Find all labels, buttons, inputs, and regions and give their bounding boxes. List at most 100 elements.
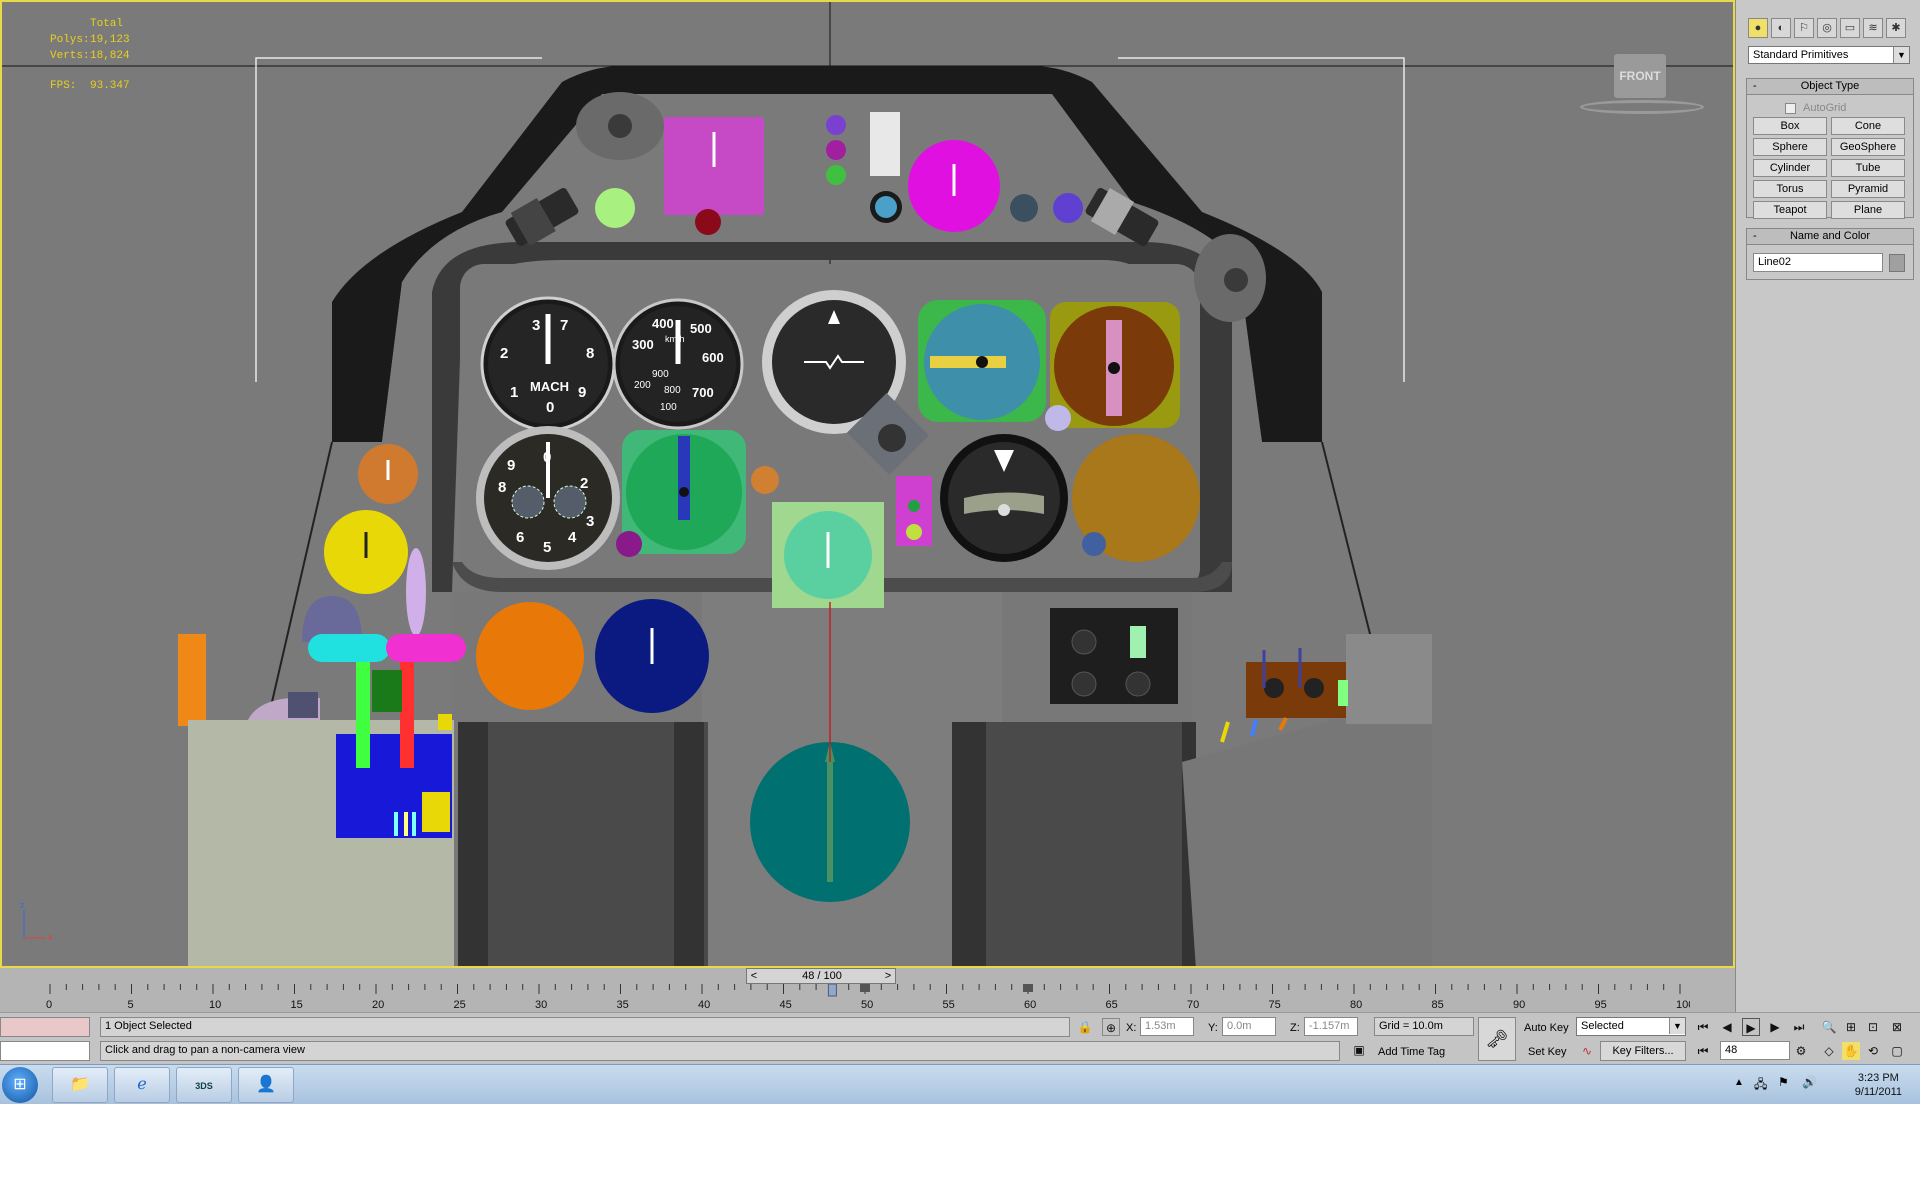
switch-panel	[1050, 608, 1178, 704]
key-tangent-icon[interactable]: ∿	[1578, 1042, 1596, 1060]
prev-frame-arrow[interactable]: <	[747, 969, 761, 983]
panel-tabs: ● ◐ ⚐ ◎ ▭ ≋ ✱	[1736, 0, 1920, 44]
y-coordinate-field[interactable]: 0.0m	[1222, 1017, 1276, 1036]
autogrid-label: AutoGrid	[1803, 102, 1847, 114]
object-color-swatch[interactable]	[1889, 254, 1905, 272]
zoom-icon[interactable]: 🔍	[1820, 1018, 1838, 1036]
clock-date: 9/11/2011	[1854, 1086, 1902, 1098]
add-time-tag-button[interactable]: Add Time Tag	[1378, 1045, 1445, 1059]
key-icon[interactable]: 🗝	[1478, 1017, 1516, 1061]
previous-frame-icon[interactable]: ◀	[1718, 1018, 1736, 1036]
start-button[interactable]: ⊞	[2, 1067, 38, 1103]
create-icon[interactable]: ●	[1748, 18, 1768, 38]
lock-icon[interactable]: 🔒	[1076, 1018, 1094, 1036]
explorer-icon[interactable]: 📁	[52, 1067, 108, 1103]
autogrid-checkbox[interactable]	[1785, 103, 1796, 114]
plane-button[interactable]: Plane	[1831, 201, 1905, 219]
field-of-view-icon[interactable]: ◇	[1820, 1042, 1838, 1060]
cylinder-button[interactable]: Cylinder	[1753, 159, 1827, 177]
object-name-field[interactable]: Line02	[1753, 253, 1883, 272]
viewcube[interactable]: FRONT	[1614, 54, 1666, 98]
3dsmax-taskbar-button[interactable]: 3DS	[176, 1067, 232, 1103]
pyramid-button[interactable]: Pyramid	[1831, 180, 1905, 198]
right-leg-well	[952, 722, 1192, 966]
maximize-viewport-icon[interactable]: ▢	[1888, 1042, 1906, 1060]
sphere-button[interactable]: Sphere	[1753, 138, 1827, 156]
next-frame-icon[interactable]: ▶	[1766, 1018, 1784, 1036]
svg-text:900: 900	[652, 369, 669, 380]
set-key-button[interactable]: Set Key	[1528, 1045, 1567, 1059]
cone-button[interactable]: Cone	[1831, 117, 1905, 135]
object-type-header[interactable]: - Object Type	[1747, 79, 1913, 95]
current-frame-marker[interactable]	[827, 984, 837, 997]
viewport-stats: Total Polys:19,123 Verts:18,824 FPS: 93.3…	[50, 18, 130, 92]
absolute-mode-icon[interactable]: ⊕	[1102, 1018, 1120, 1036]
key-mode-toggle-icon[interactable]: ⏮	[1694, 1042, 1712, 1060]
orbit-icon[interactable]: ⟲	[1864, 1042, 1882, 1060]
utilities-icon[interactable]: ≋	[1863, 18, 1883, 38]
chevron-down-icon: ▼	[1893, 47, 1909, 63]
timeline-tick-label: 30	[535, 999, 547, 1011]
internet-explorer-icon[interactable]: ℯ	[114, 1067, 170, 1103]
next-frame-arrow[interactable]: >	[881, 969, 895, 983]
svg-text:100: 100	[660, 402, 677, 413]
key-mode-value: Selected	[1581, 1020, 1624, 1032]
airspeed-gauge: 400 500 300 600 900 200 800 700 100 km/h	[612, 298, 744, 430]
modify-icon[interactable]: ◐	[1771, 18, 1791, 38]
torus-button[interactable]: Torus	[1753, 180, 1827, 198]
maxscript-listener[interactable]	[0, 1017, 90, 1037]
timeline-tick-label: 40	[698, 999, 710, 1011]
svg-text:3: 3	[532, 317, 540, 334]
box-button[interactable]: Box	[1753, 117, 1827, 135]
svg-text:MACH: MACH	[530, 379, 569, 394]
zoom-extents-icon[interactable]: ⊡	[1864, 1018, 1882, 1036]
selection-status: 1 Object Selected	[100, 1017, 1070, 1037]
viewcube-ring[interactable]	[1580, 100, 1704, 114]
system-clock[interactable]: 3:23 PM 9/11/2011	[1855, 1071, 1902, 1099]
volume-icon[interactable]: 🔊	[1802, 1075, 1817, 1089]
time-config-icon[interactable]: ⚙	[1792, 1042, 1810, 1060]
tube-button[interactable]: Tube	[1831, 159, 1905, 177]
hierarchy-icon[interactable]: ⚐	[1794, 18, 1814, 38]
maxscript-mini-listener[interactable]	[0, 1041, 90, 1061]
helpers-icon[interactable]: ✱	[1886, 18, 1906, 38]
current-frame-field[interactable]: 48	[1720, 1041, 1790, 1060]
go-to-start-icon[interactable]: ⏮	[1694, 1018, 1712, 1036]
x-coordinate-field[interactable]: 1.53m	[1140, 1017, 1194, 1036]
cockpit-scene: 3 7 2 8 1 9 0 MACH 400 500 300 600 900 2…	[2, 2, 1733, 966]
front-viewport[interactable]: 3 7 2 8 1 9 0 MACH 400 500 300 600 900 2…	[0, 0, 1735, 968]
action-center-icon[interactable]: ⚑	[1778, 1075, 1789, 1089]
svg-text:800: 800	[664, 385, 681, 396]
timeline-ruler[interactable]: 0 5 10 15 20 25 30 35 40 45 50 55 60 65 70 75 80 85 90 95 10…	[40, 984, 1690, 1012]
system-tray: ▲ 🖧 ⚑ 🔊 3:23 PM 9/11/2011	[1724, 1069, 1920, 1101]
user-app-icon[interactable]: 👤	[238, 1067, 294, 1103]
name-color-header[interactable]: - Name and Color	[1747, 229, 1913, 245]
zoom-all-icon[interactable]: ⊞	[1842, 1018, 1860, 1036]
collapse-icon: -	[1753, 230, 1757, 242]
timeline-tick-label: 10	[209, 999, 221, 1011]
timeline-tick-label: 65	[1106, 999, 1118, 1011]
keyframe-marker[interactable]	[860, 984, 870, 992]
show-hidden-icons-icon[interactable]: ▲	[1734, 1077, 1744, 1088]
z-label: Z:	[1290, 1022, 1300, 1034]
teapot-button[interactable]: Teapot	[1753, 201, 1827, 219]
geosphere-button[interactable]: GeoSphere	[1831, 138, 1905, 156]
network-icon[interactable]: 🖧	[1754, 1075, 1767, 1096]
timeline-tick-label: 85	[1432, 999, 1444, 1011]
play-icon[interactable]: ▶	[1742, 1018, 1760, 1036]
key-filters-button[interactable]: Key Filters...	[1600, 1041, 1686, 1061]
timeline-tick-label: 60	[1024, 999, 1036, 1011]
zoom-extents-all-icon[interactable]: ⊠	[1888, 1018, 1906, 1036]
display-icon[interactable]: ▭	[1840, 18, 1860, 38]
category-dropdown[interactable]: Standard Primitives ▼	[1748, 46, 1910, 64]
key-mode-dropdown[interactable]: Selected ▼	[1576, 1017, 1686, 1036]
go-to-end-icon[interactable]: ⏭	[1790, 1018, 1808, 1036]
z-coordinate-field[interactable]: -1.157m	[1304, 1017, 1358, 1036]
pan-view-icon[interactable]: ✋	[1842, 1042, 1860, 1060]
timeline-tick-label: 50	[861, 999, 873, 1011]
grid-size-display: Grid = 10.0m	[1374, 1017, 1474, 1036]
keyframe-marker[interactable]	[1023, 984, 1033, 992]
time-slider[interactable]: < 48 / 100 >	[746, 968, 896, 984]
auto-key-button[interactable]: Auto Key	[1524, 1021, 1569, 1035]
motion-icon[interactable]: ◎	[1817, 18, 1837, 38]
